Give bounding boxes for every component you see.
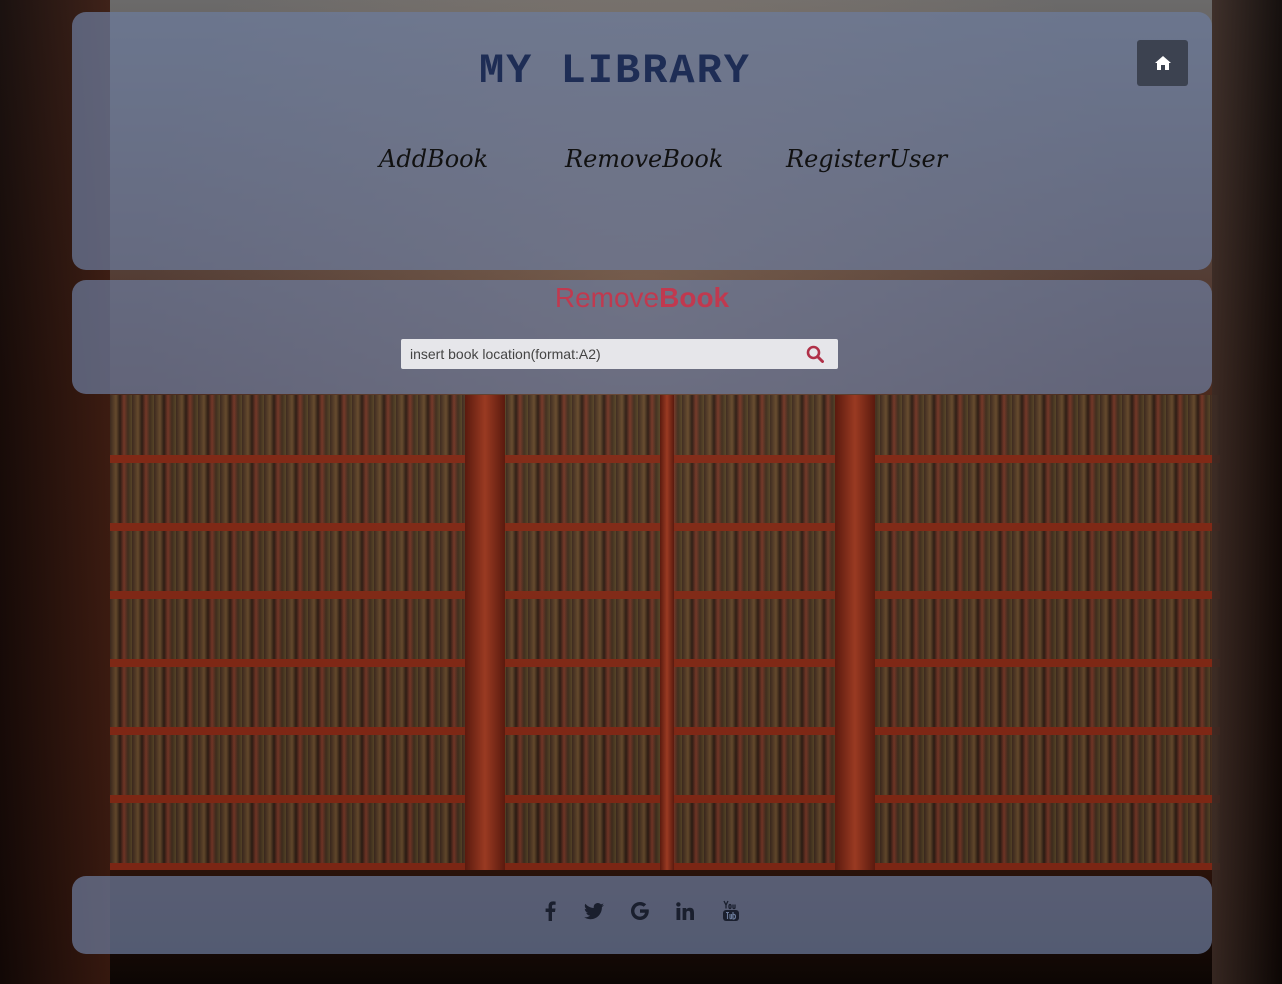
twitter-icon <box>584 902 604 919</box>
youtube-icon <box>723 900 739 921</box>
search-button[interactable] <box>800 342 830 366</box>
facebook-icon <box>545 901 556 921</box>
youtube-link[interactable] <box>718 898 744 924</box>
remove-book-panel: RemoveBook <box>72 280 1212 394</box>
nav-remove-book[interactable]: RemoveBook <box>565 145 723 173</box>
book-location-input[interactable] <box>401 339 791 369</box>
home-button[interactable] <box>1137 40 1188 86</box>
heading-part-remove: Remove <box>554 282 660 313</box>
nav-register-user[interactable]: RegisterUser <box>786 145 947 173</box>
header-panel: MY LIBRARY AddBook RemoveBook RegisterUs… <box>72 12 1212 270</box>
main-nav: AddBook RemoveBook RegisterUser <box>72 145 1212 185</box>
page-title: MY LIBRARY <box>478 47 752 95</box>
section-heading: RemoveBook <box>72 282 1212 314</box>
pillar-decoration <box>660 395 674 875</box>
search-icon <box>806 345 824 363</box>
pillar-decoration <box>835 395 875 875</box>
wall-right <box>1212 0 1282 984</box>
linkedin-link[interactable] <box>672 898 698 924</box>
google-icon <box>631 902 649 920</box>
home-icon <box>1154 56 1171 70</box>
twitter-link[interactable] <box>581 898 607 924</box>
social-links <box>72 898 1212 928</box>
footer-panel <box>72 876 1212 954</box>
linkedin-icon <box>676 902 694 920</box>
nav-add-book[interactable]: AddBook <box>379 145 488 173</box>
search-form <box>401 339 838 369</box>
heading-part-book: Book <box>659 282 730 313</box>
pillar-decoration <box>465 395 505 875</box>
facebook-link[interactable] <box>537 898 563 924</box>
google-link[interactable] <box>627 898 653 924</box>
